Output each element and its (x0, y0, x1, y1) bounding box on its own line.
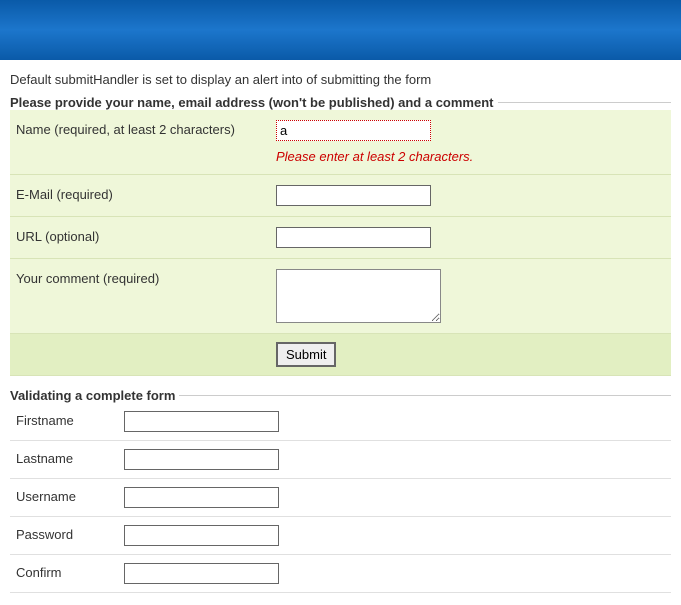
name-label: Name (required, at least 2 characters) (16, 120, 276, 137)
row-name: Name (required, at least 2 characters) P… (10, 110, 671, 175)
row-username: Username (10, 479, 671, 517)
comment-textarea[interactable] (276, 269, 441, 323)
signup-form-legend: Validating a complete form (10, 388, 179, 403)
signup-form-fieldset: Validating a complete form Firstname Las… (10, 388, 671, 593)
email-label: E-Mail (required) (16, 185, 276, 202)
email-input[interactable] (276, 185, 431, 206)
row-confirm: Confirm (10, 555, 671, 593)
password-label: Password (16, 525, 124, 542)
comment-form-fieldset: Please provide your name, email address … (10, 95, 671, 376)
row-email: E-Mail (required) (10, 175, 671, 217)
password-input[interactable] (124, 525, 279, 546)
name-error: Please enter at least 2 characters. (276, 149, 473, 164)
row-password: Password (10, 517, 671, 555)
username-input[interactable] (124, 487, 279, 508)
row-lastname: Lastname (10, 441, 671, 479)
comment-label: Your comment (required) (16, 269, 276, 286)
submit-button[interactable] (276, 342, 336, 367)
row-url: URL (optional) (10, 217, 671, 259)
row-firstname: Firstname (10, 403, 671, 441)
lastname-input[interactable] (124, 449, 279, 470)
name-input[interactable] (276, 120, 431, 141)
row-submit (10, 334, 671, 376)
page-banner (0, 0, 681, 60)
url-label: URL (optional) (16, 227, 276, 244)
page-content: Default submitHandler is set to display … (0, 60, 681, 593)
username-label: Username (16, 487, 124, 504)
firstname-input[interactable] (124, 411, 279, 432)
url-input[interactable] (276, 227, 431, 248)
confirm-label: Confirm (16, 563, 124, 580)
row-comment: Your comment (required) (10, 259, 671, 334)
intro-text: Default submitHandler is set to display … (10, 72, 671, 87)
lastname-label: Lastname (16, 449, 124, 466)
firstname-label: Firstname (16, 411, 124, 428)
confirm-input[interactable] (124, 563, 279, 584)
comment-form-legend: Please provide your name, email address … (10, 95, 498, 110)
